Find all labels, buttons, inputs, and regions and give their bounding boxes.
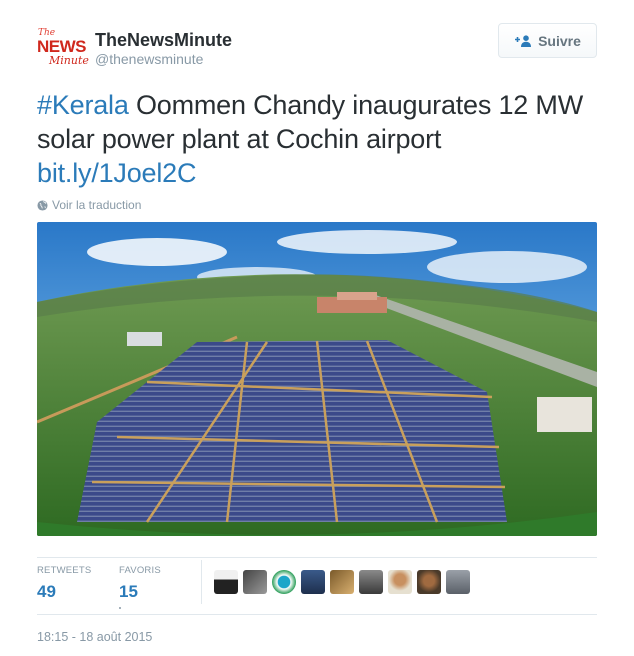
- retweets-count[interactable]: 49: [37, 582, 105, 602]
- avatar[interactable]: [301, 570, 325, 594]
- avatar[interactable]: [330, 570, 354, 594]
- globe-icon: [37, 199, 48, 211]
- separator-dot: [119, 607, 121, 609]
- avatar[interactable]: [417, 570, 441, 594]
- avatar[interactable]: [272, 570, 296, 594]
- follow-button-label: Suivre: [538, 32, 581, 49]
- url-link[interactable]: bit.ly/1Joel2C: [37, 158, 196, 188]
- favorites-count[interactable]: 15: [119, 582, 190, 602]
- account-full-name[interactable]: TheNewsMinute: [95, 30, 232, 50]
- tweet-text: #Kerala Oommen Chandy inaugurates 12 MW …: [37, 88, 597, 190]
- follow-button[interactable]: Suivre: [498, 23, 597, 58]
- favoriters-avatars: [214, 570, 470, 594]
- tweet-timestamp[interactable]: 18:15 - 18 août 2015: [37, 630, 152, 644]
- account-handle[interactable]: @thenewsminute: [95, 51, 232, 67]
- retweets-stat[interactable]: RETWEETS 49: [37, 565, 119, 609]
- translate-label: Voir la traduction: [52, 198, 142, 212]
- avatar[interactable]: [359, 570, 383, 594]
- add-user-icon: [514, 34, 532, 47]
- tweet-header: The NEWS Minute TheNewsMinute @thenewsmi…: [37, 23, 597, 72]
- avatar[interactable]: [243, 570, 267, 594]
- avatar[interactable]: [388, 570, 412, 594]
- favorites-label: FAVORIS: [119, 565, 161, 576]
- aerial-solar-plant-photo[interactable]: [37, 222, 597, 536]
- avatar[interactable]: [214, 570, 238, 594]
- favorites-stat[interactable]: FAVORIS 15: [119, 565, 204, 609]
- account-names[interactable]: TheNewsMinute @thenewsminute: [95, 30, 232, 67]
- stats-separator: [201, 560, 202, 604]
- logo-minute-text: Minute: [49, 54, 89, 67]
- account-avatar-logo[interactable]: The NEWS Minute: [37, 28, 89, 68]
- photo-illustration: [37, 222, 597, 536]
- stats-top-divider: [37, 557, 597, 558]
- avatar[interactable]: [446, 570, 470, 594]
- retweets-label: RETWEETS: [37, 565, 92, 576]
- tweet-stats: RETWEETS 49 FAVORIS 15: [37, 565, 204, 609]
- translate-link[interactable]: Voir la traduction: [37, 198, 141, 212]
- stats-bottom-divider: [37, 614, 597, 615]
- hashtag-link[interactable]: #Kerala: [37, 90, 129, 120]
